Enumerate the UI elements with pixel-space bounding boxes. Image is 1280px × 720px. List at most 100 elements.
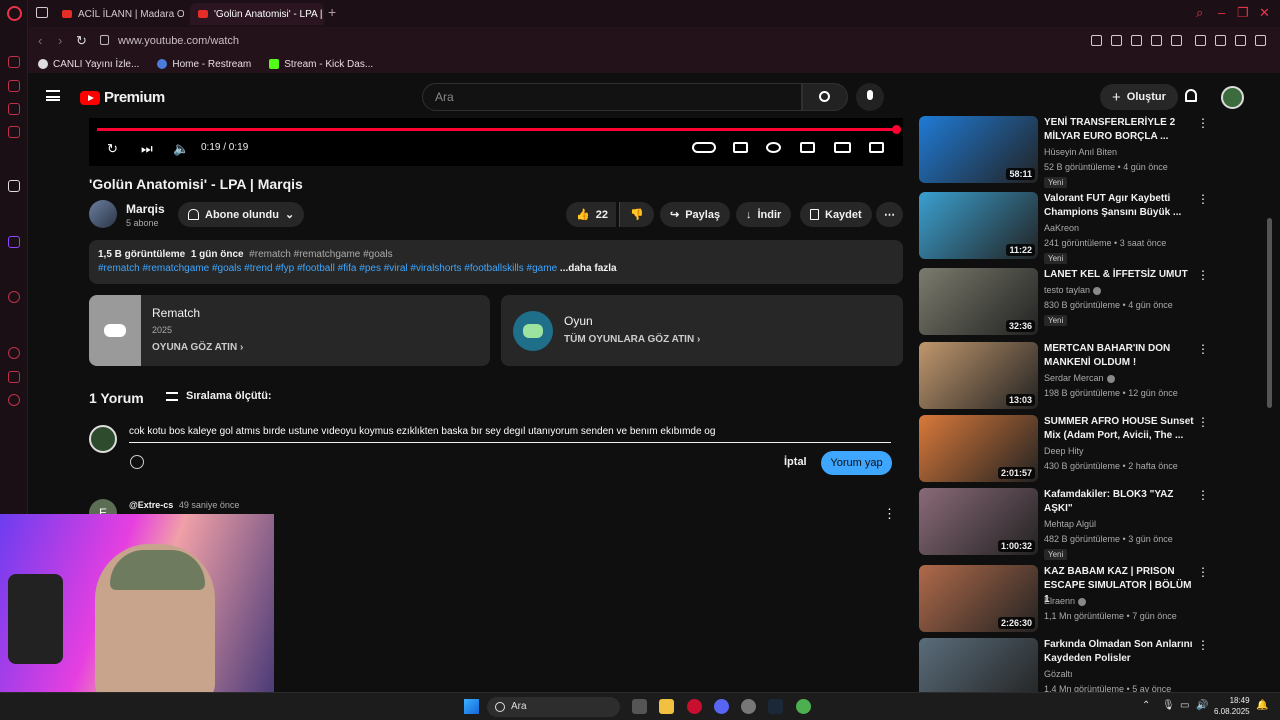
sidebar-share-icon[interactable] (8, 371, 20, 383)
search-button[interactable] (802, 83, 848, 111)
recommendation-title[interactable]: YENİ TRANSFERLERİYLE 2 MİLYAR EURO BORÇL… (1044, 116, 1194, 144)
autoplay-toggle[interactable] (692, 142, 716, 153)
tray-mic-icon[interactable]: 🎙 (1162, 700, 1175, 711)
app-icon[interactable] (741, 699, 756, 714)
recommendation-channel[interactable]: Hüseyin Anıl Biten (1044, 147, 1117, 157)
sidebar-aria-icon[interactable] (8, 56, 20, 68)
recommendation-item[interactable]: 13:03 MERTCAN BAHAR'IN DON MANKENİ OLDUM … (919, 342, 1209, 409)
post-comment-button[interactable]: Yorum yap (821, 451, 892, 475)
forward-icon[interactable]: › (58, 33, 62, 48)
recommendation-item[interactable]: 2:01:57 SUMMER AFRO HOUSE Sunset Mix (Ada… (919, 415, 1209, 482)
recommendation-channel[interactable]: Serdar Mercan (1044, 373, 1115, 383)
comment-more-icon[interactable]: ⋮ (883, 506, 896, 522)
opera-logo-icon[interactable] (7, 6, 22, 21)
recommendation-item[interactable]: 11:22 Valorant FUT Agır Kaybetti Champion… (919, 192, 1209, 264)
comment-input[interactable]: cok kotu bos kaleye gol atmıs bırde ustu… (129, 426, 891, 443)
sidebar-player-icon[interactable] (8, 291, 20, 303)
volume-icon[interactable]: 🔈 (173, 141, 189, 157)
recommendation-title[interactable]: MERTCAN BAHAR'IN DON MANKENİ OLDUM ! (1044, 342, 1194, 370)
next-icon[interactable]: ⏭ (141, 141, 153, 157)
recommendation-channel[interactable]: Deep Hity (1044, 446, 1084, 456)
windows-start-icon[interactable] (464, 699, 479, 714)
channel-avatar[interactable] (89, 200, 117, 228)
search-tabs-icon[interactable]: ⌕ (1196, 5, 1203, 21)
all-games-link[interactable]: TÜM OYUNLARA GÖZ ATIN › (564, 334, 700, 345)
game-link[interactable]: OYUNA GÖZ ATIN › (152, 342, 243, 353)
close-window-button[interactable]: ✕ (1259, 5, 1270, 21)
restore-button[interactable]: ❐ (1237, 5, 1249, 21)
sidebar-settings-icon[interactable] (8, 394, 20, 406)
like-button[interactable]: 👍 22 (566, 202, 616, 227)
recommendation-item[interactable]: 2:26:30 KAZ BABAM KAZ | PRISON ESCAPE SIM… (919, 565, 1209, 632)
search-input[interactable]: Ara (422, 83, 802, 111)
sidebar-twitch-icon[interactable] (8, 236, 20, 248)
recommendation-channel[interactable]: Gözaltı (1044, 669, 1073, 679)
voice-search-button[interactable] (856, 83, 884, 111)
notifications-bell-icon[interactable] (1185, 89, 1197, 102)
create-button[interactable]: + Oluştur (1100, 84, 1178, 110)
more-vertical-icon[interactable]: ⋮ (1197, 565, 1209, 579)
channel-name[interactable]: Marqis (126, 202, 165, 216)
save-button[interactable]: Kaydet (800, 202, 872, 227)
bookmark-restream[interactable]: Home - Restream (157, 59, 251, 70)
video-player[interactable]: ↻ ⏭ 🔈 0:19 / 0:19 (89, 118, 903, 166)
tab-madara[interactable]: ACİL İLANN | Madara Old (54, 3, 184, 25)
youtube-premium-logo[interactable]: Premium (80, 89, 165, 106)
share-button[interactable]: ↪ Paylaş (660, 202, 731, 227)
bookmark-canli[interactable]: CANLI Yayını İzle... (38, 59, 139, 70)
page-scrollbar[interactable] (1267, 218, 1272, 408)
new-tab-button[interactable]: + (328, 4, 336, 20)
subtitles-icon[interactable] (733, 142, 748, 153)
vpn-icon[interactable] (1131, 35, 1142, 46)
pin-icon[interactable] (1091, 35, 1102, 46)
sidebar-history-icon[interactable] (8, 347, 20, 359)
recommendation-channel[interactable]: Mehtap Algül (1044, 519, 1096, 529)
hamburger-menu-icon[interactable] (46, 90, 60, 101)
chrome-icon[interactable] (796, 699, 811, 714)
reload-icon[interactable]: ↻ (76, 33, 87, 49)
description-box[interactable]: 1,5 B görüntüleme 1 gün önce #rematch #r… (89, 240, 903, 284)
sort-button[interactable]: Sıralama ölçütü: (166, 390, 272, 402)
description-hashtags[interactable]: #rematch #rematchgame #goals #trend #fyp… (98, 263, 557, 274)
recommendation-title[interactable]: Farkında Olmadan Son Anlarını Kaydeden P… (1044, 638, 1194, 666)
fullscreen-icon[interactable] (869, 142, 884, 153)
recommendation-title[interactable]: Kafamdakiler: BLOK3 "YAZ AŞKI" (1044, 488, 1194, 516)
emoji-icon[interactable] (130, 455, 144, 469)
bookmark-kick[interactable]: Stream - Kick Das... (269, 59, 373, 70)
progress-bar[interactable] (97, 125, 901, 134)
recommendation-item[interactable]: 32:36 LANET KEL & İFFETSİZ UMUT testo tayl… (919, 268, 1209, 335)
more-actions-button[interactable]: ⋯ (876, 202, 903, 227)
discord-icon[interactable] (714, 699, 729, 714)
recommendation-channel[interactable]: AaKreon (1044, 223, 1079, 233)
sidebar-mail-icon[interactable] (8, 126, 20, 138)
theater-mode-icon[interactable] (834, 142, 851, 153)
recommendation-item[interactable]: 58:11 YENİ TRANSFERLERİYLE 2 MİLYAR EURO … (919, 116, 1209, 188)
sidebar-kick-icon[interactable] (8, 180, 20, 192)
back-icon[interactable]: ‹ (38, 33, 42, 48)
file-explorer-icon[interactable] (659, 699, 674, 714)
extensions-icon[interactable] (1195, 35, 1206, 46)
download-button[interactable]: ↓ İndir (736, 202, 792, 227)
more-vertical-icon[interactable]: ⋮ (1197, 116, 1209, 130)
dislike-button[interactable]: 👎 (619, 202, 654, 227)
notifications-icon[interactable]: 🔔 (1256, 700, 1268, 711)
more-vertical-icon[interactable]: ⋮ (1197, 638, 1209, 652)
speaker-icon[interactable]: 🔊 (1196, 700, 1208, 711)
show-more-link[interactable]: ...daha fazla (560, 263, 617, 274)
minimize-button[interactable]: – (1218, 5, 1225, 20)
more-vertical-icon[interactable]: ⋮ (1197, 342, 1209, 356)
recommendation-title[interactable]: SUMMER AFRO HOUSE Sunset Mix (Adam Port,… (1044, 415, 1194, 443)
recommendation-channel[interactable]: Elraenn (1044, 596, 1087, 606)
recommendation-item[interactable]: 1:00:32 Kafamdakiler: BLOK3 "YAZ AŞKI" Meh… (919, 488, 1209, 560)
send-icon[interactable] (1171, 35, 1182, 46)
clock[interactable]: 18:49 6.08.2025 (1214, 695, 1250, 717)
url-field[interactable]: www.youtube.com/watch (118, 35, 239, 47)
game-card-rematch[interactable]: Rematch 2025 OYUNA GÖZ ATIN › (89, 295, 490, 366)
opera-taskbar-icon[interactable] (687, 699, 702, 714)
subscribed-button[interactable]: Abone olundu ⌄ (178, 202, 305, 227)
miniplayer-icon[interactable] (800, 142, 815, 153)
player-icon[interactable] (1151, 35, 1162, 46)
more-vertical-icon[interactable]: ⋮ (1197, 192, 1209, 206)
more-vertical-icon[interactable]: ⋮ (1197, 488, 1209, 502)
taskbar-search[interactable]: Ara (487, 697, 620, 717)
